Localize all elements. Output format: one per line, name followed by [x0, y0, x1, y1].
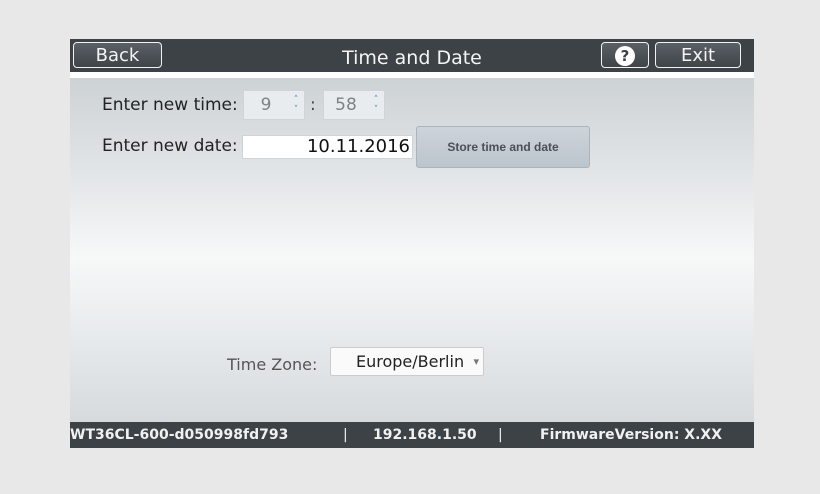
footer-separator: |: [343, 427, 348, 443]
hour-value: 9: [260, 95, 272, 115]
minute-value: 58: [335, 95, 357, 115]
exit-button[interactable]: Exit: [655, 42, 741, 68]
timezone-label: Time Zone:: [227, 355, 318, 374]
device-screen: Back Time and Date ? Exit Enter new time…: [70, 39, 754, 448]
date-label: Enter new date:: [102, 136, 238, 156]
spinner-arrows-icon[interactable]: ˄ ˅: [372, 95, 380, 115]
chevron-down-icon: ▾: [473, 355, 479, 368]
time-label: Enter new time:: [102, 95, 238, 115]
footer-separator: |: [498, 427, 503, 443]
hour-spinner[interactable]: 9 ˄ ˅: [243, 90, 305, 120]
minute-spinner[interactable]: 58 ˄ ˅: [323, 90, 385, 120]
help-button[interactable]: ?: [601, 42, 649, 68]
ip-address: 192.168.1.50: [373, 427, 477, 443]
store-time-date-button[interactable]: Store time and date: [416, 126, 590, 168]
firmware-version: FirmwareVersion: X.XX: [540, 427, 722, 443]
back-button[interactable]: Back: [73, 42, 162, 68]
timezone-value: Europe/Berlin: [356, 352, 465, 371]
timezone-select[interactable]: Europe/Berlin ▾: [330, 347, 484, 376]
spinner-arrows-icon[interactable]: ˄ ˅: [292, 95, 300, 115]
status-bar: WT36CL-600-d050998fd793 | 192.168.1.50 |…: [70, 422, 754, 448]
page-title: Time and Date: [342, 47, 482, 69]
time-separator: :: [310, 95, 316, 115]
device-id: WT36CL-600-d050998fd793: [70, 427, 289, 443]
help-icon: ?: [615, 45, 635, 66]
header-bar: Back Time and Date ? Exit: [70, 39, 754, 72]
date-input[interactable]: 10.11.2016: [242, 135, 413, 159]
